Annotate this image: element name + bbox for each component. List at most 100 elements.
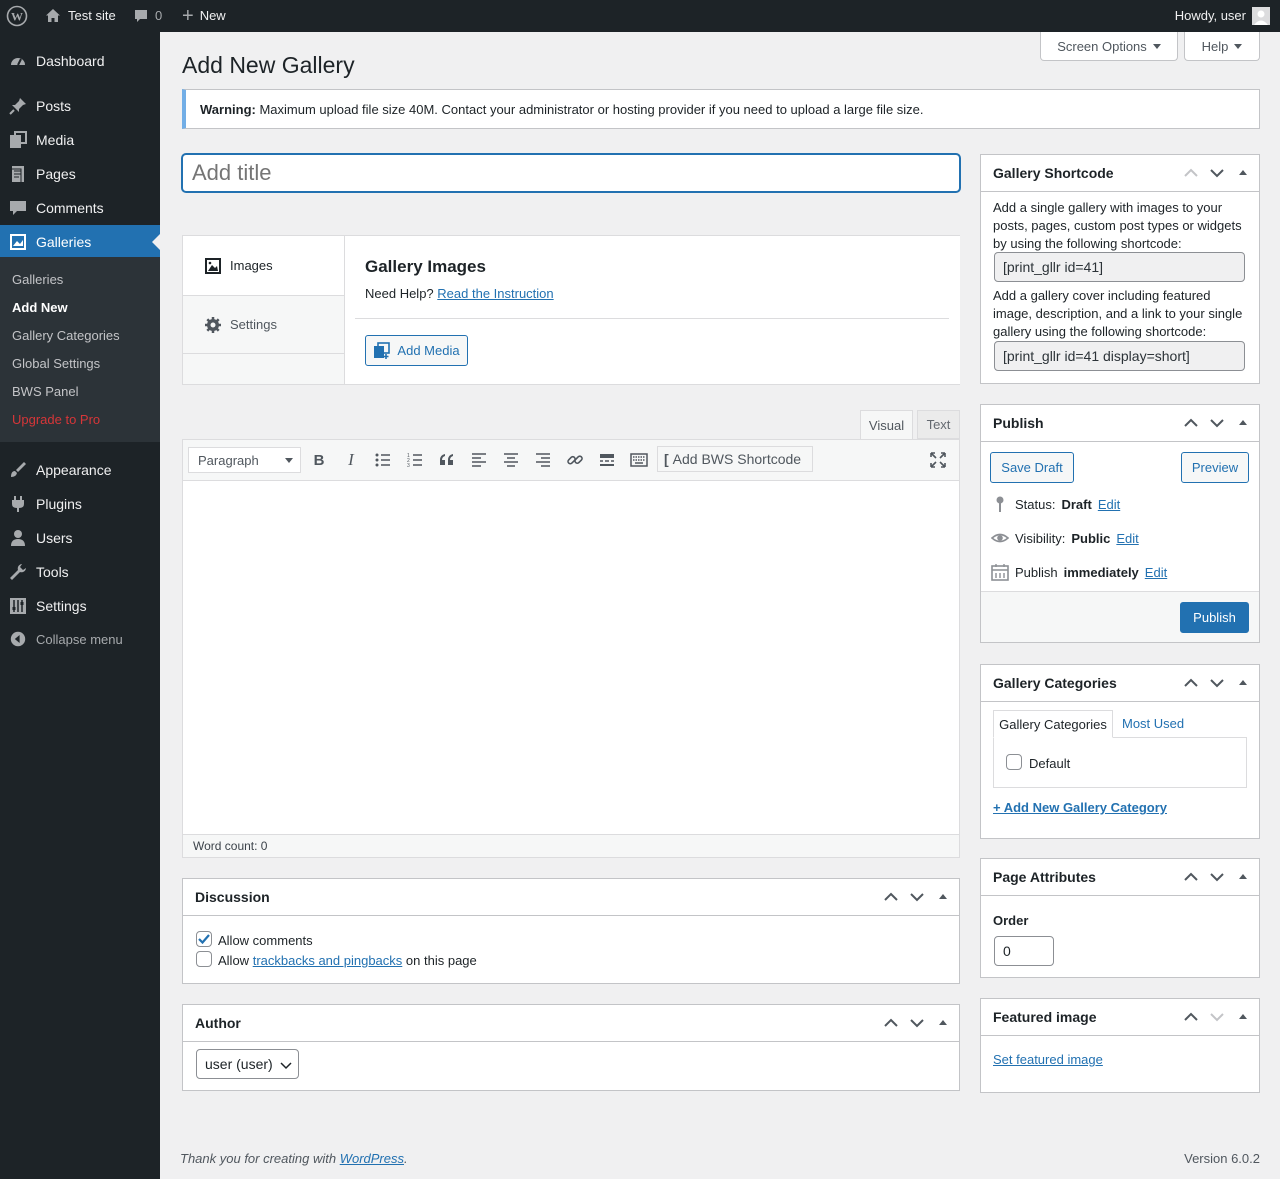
move-down-icon[interactable] xyxy=(909,1015,925,1031)
toolbar-toggle-button[interactable] xyxy=(625,448,653,472)
editor-tab-visual[interactable]: Visual xyxy=(860,410,913,440)
allow-comments-checkbox[interactable] xyxy=(196,931,212,947)
order-input[interactable]: 0 xyxy=(994,936,1054,966)
editor-content-area[interactable] xyxy=(183,481,959,834)
menu-item-comments[interactable]: Comments xyxy=(0,191,160,225)
bullet-list-button[interactable] xyxy=(369,448,397,472)
numbered-list-icon: 123 xyxy=(407,453,422,469)
category-default-checkbox[interactable] xyxy=(1006,754,1022,770)
instruction-link[interactable]: Read the Instruction xyxy=(437,286,553,301)
publish-button[interactable]: Publish xyxy=(1180,602,1249,633)
read-more-button[interactable] xyxy=(593,448,621,472)
toggle-panel-icon[interactable] xyxy=(1235,165,1251,181)
move-up-icon[interactable] xyxy=(883,889,899,905)
edit-visibility-link[interactable]: Edit xyxy=(1116,531,1138,546)
submenu-item-add-new[interactable]: Add New xyxy=(12,300,68,315)
word-count: Word count: 0 xyxy=(193,839,268,853)
toggle-panel-icon[interactable] xyxy=(1235,869,1251,885)
comments-icon xyxy=(0,198,36,218)
tab-settings[interactable]: Settings xyxy=(183,295,345,354)
author-select[interactable]: user (user) xyxy=(196,1049,299,1079)
insert-link-button[interactable] xyxy=(561,448,589,472)
submenu-item-gallery-categories[interactable]: Gallery Categories xyxy=(12,328,120,343)
submenu-item-bws-panel[interactable]: BWS Panel xyxy=(12,384,78,399)
help-button[interactable]: Help xyxy=(1184,32,1260,61)
toggle-panel-icon[interactable] xyxy=(935,1015,951,1031)
status-label: Status: xyxy=(1015,496,1056,512)
edit-status-link[interactable]: Edit xyxy=(1098,497,1120,512)
submenu-item-upgrade[interactable]: Upgrade to Pro xyxy=(12,412,100,427)
home-icon xyxy=(46,9,60,22)
shortcode-field-2[interactable]: [print_gllr id=41 display=short] xyxy=(994,341,1245,371)
tab-most-used[interactable]: Most Used xyxy=(1122,716,1184,731)
submenu-item-global-settings[interactable]: Global Settings xyxy=(12,356,100,371)
menu-item-appearance[interactable]: Appearance xyxy=(0,453,160,487)
format-select[interactable]: Paragraph xyxy=(188,447,301,473)
move-down-icon[interactable] xyxy=(1209,869,1225,885)
move-up-icon[interactable] xyxy=(1183,675,1199,691)
align-left-button[interactable] xyxy=(465,448,493,472)
menu-item-pages[interactable]: Pages xyxy=(0,157,160,191)
comments-link[interactable]: 0 xyxy=(133,0,162,32)
add-media-button[interactable]: Add Media xyxy=(365,335,468,366)
menu-item-media[interactable]: Media xyxy=(0,123,160,157)
tab-images[interactable]: Images xyxy=(183,236,345,295)
admin-bar: W Test site 0 + New Howdy, user xyxy=(0,0,1280,32)
move-up-icon[interactable] xyxy=(1183,165,1199,181)
fullscreen-button[interactable] xyxy=(924,448,952,472)
menu-item-tools[interactable]: Tools xyxy=(0,555,160,589)
add-new-category-link[interactable]: + Add New Gallery Category xyxy=(993,800,1167,815)
shortcode-field-1[interactable]: [print_gllr id=41] xyxy=(994,252,1245,282)
preview-button[interactable]: Preview xyxy=(1181,452,1249,483)
admin-menu: Dashboard Posts Media Pages Comments Gal… xyxy=(0,32,160,1179)
menu-item-galleries[interactable]: Galleries xyxy=(0,225,160,259)
numbered-list-button[interactable]: 123 xyxy=(401,448,429,472)
toggle-panel-icon[interactable] xyxy=(1235,415,1251,431)
title-input[interactable] xyxy=(182,154,960,192)
wrench-icon xyxy=(0,562,36,582)
move-down-icon[interactable] xyxy=(909,889,925,905)
screen-options-button[interactable]: Screen Options xyxy=(1040,32,1178,61)
set-featured-image-link[interactable]: Set featured image xyxy=(993,1052,1103,1067)
edit-schedule-link[interactable]: Edit xyxy=(1145,565,1167,580)
allow-trackbacks-checkbox[interactable] xyxy=(196,951,212,967)
toggle-panel-icon[interactable] xyxy=(1235,1009,1251,1025)
blockquote-button[interactable] xyxy=(433,448,461,472)
move-up-icon[interactable] xyxy=(883,1015,899,1031)
page-title: Add New Gallery xyxy=(182,52,355,78)
submenu-item-galleries[interactable]: Galleries xyxy=(12,272,63,287)
menu-item-dashboard[interactable]: Dashboard xyxy=(0,44,160,78)
move-down-icon[interactable] xyxy=(1209,675,1225,691)
move-up-icon[interactable] xyxy=(1183,869,1199,885)
bold-button[interactable]: B xyxy=(305,448,333,472)
account-menu[interactable]: Howdy, user xyxy=(1175,0,1270,32)
move-down-icon[interactable] xyxy=(1209,1009,1225,1025)
caret-down-icon xyxy=(285,458,293,463)
menu-label: Pages xyxy=(36,166,76,182)
wordpress-logo-icon[interactable]: W xyxy=(6,0,28,32)
menu-item-posts[interactable]: Posts xyxy=(0,89,160,123)
collapse-menu-button[interactable]: Collapse menu xyxy=(0,622,160,656)
align-right-button[interactable] xyxy=(529,448,557,472)
save-draft-button[interactable]: Save Draft xyxy=(990,452,1074,483)
italic-button[interactable]: I xyxy=(337,448,365,472)
menu-item-settings[interactable]: Settings xyxy=(0,589,160,623)
menu-item-users[interactable]: Users xyxy=(0,521,160,555)
schedule-row: Publish immediately Edit xyxy=(991,563,1167,581)
trackbacks-link[interactable]: trackbacks and pingbacks xyxy=(253,953,403,968)
move-down-icon[interactable] xyxy=(1209,415,1225,431)
toggle-panel-icon[interactable] xyxy=(935,889,951,905)
align-center-button[interactable] xyxy=(497,448,525,472)
move-up-icon[interactable] xyxy=(1183,1009,1199,1025)
move-down-icon[interactable] xyxy=(1209,165,1225,181)
new-content-link[interactable]: + New xyxy=(182,0,226,32)
editor-tab-text[interactable]: Text xyxy=(917,410,960,439)
current-menu-arrow xyxy=(152,234,160,250)
tab-all-categories[interactable]: Gallery Categories xyxy=(993,710,1113,738)
bws-shortcode-button[interactable]: [ Add BWS Shortcode xyxy=(657,446,813,472)
wordpress-link[interactable]: WordPress xyxy=(340,1151,404,1166)
menu-item-plugins[interactable]: Plugins xyxy=(0,487,160,521)
move-up-icon[interactable] xyxy=(1183,415,1199,431)
site-name-link[interactable]: Test site xyxy=(44,0,116,32)
toggle-panel-icon[interactable] xyxy=(1235,675,1251,691)
